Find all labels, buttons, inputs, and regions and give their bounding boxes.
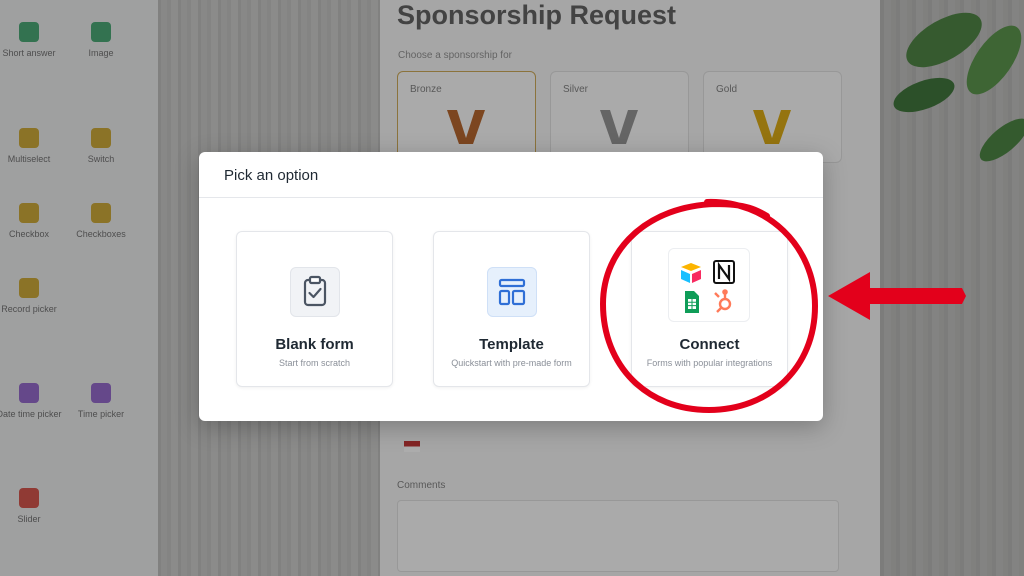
option-title: Blank form [275,336,354,353]
option-subtitle: Start from scratch [278,358,350,368]
red-highlight-circle [599,198,819,414]
option-subtitle: Quickstart with pre-made form [451,358,572,368]
template-option[interactable]: Template Quickstart with pre-made form [433,231,590,387]
clipboard-check-icon [290,267,340,317]
option-title: Template [479,336,544,353]
template-layout-icon [487,267,537,317]
red-arrow-pointer [828,272,966,320]
dialog-header: Pick an option [199,152,823,198]
blank-form-option[interactable]: Blank form Start from scratch [236,231,393,387]
dialog-title: Pick an option [224,167,319,184]
